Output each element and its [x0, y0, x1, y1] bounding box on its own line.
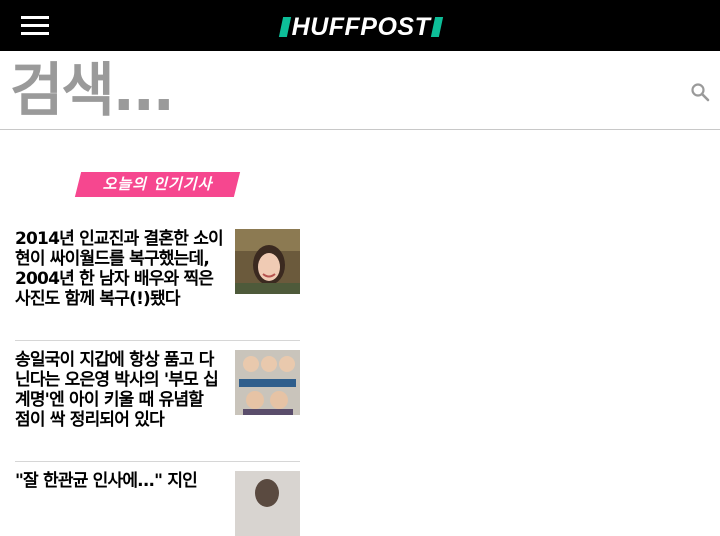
popular-articles-heading: 오늘의 인기기사: [74, 172, 241, 197]
article-divider: [15, 461, 300, 462]
popular-heading-label: 오늘의 인기기사: [102, 175, 213, 193]
article-thumbnail-triplets[interactable]: [235, 350, 300, 415]
article-headline[interactable]: 2014년 인교진과 결혼한 소이현이 싸이월드를 복구했는데, 2004년 한…: [15, 229, 224, 309]
article-item[interactable]: 송일국이 지갑에 항상 품고 다닌다는 오은영 박사의 '부모 십계명'엔 아이…: [15, 350, 300, 450]
logo-accent-bar-right: [431, 17, 444, 37]
logo-text: HUFFPOST: [291, 13, 431, 41]
article-thumbnail-portrait[interactable]: [235, 471, 300, 536]
top-navigation-bar: HUFFPOST: [0, 0, 720, 51]
huffpost-logo[interactable]: HUFFPOST: [276, 13, 446, 41]
article-item[interactable]: 2014년 인교진과 결혼한 소이현이 싸이월드를 복구했는데, 2004년 한…: [15, 229, 300, 329]
article-thumbnail-smiling-woman[interactable]: [235, 229, 300, 294]
article-headline[interactable]: "잘 한관균 인사에..." 지인: [15, 471, 223, 491]
logo-accent-bar-left: [278, 17, 291, 37]
hamburger-menu-icon[interactable]: [21, 14, 49, 36]
search-input[interactable]: [10, 55, 650, 125]
search-header: [0, 51, 720, 130]
article-headline[interactable]: 송일국이 지갑에 항상 품고 다닌다는 오은영 박사의 '부모 십계명'엔 아이…: [15, 350, 223, 430]
article-divider: [15, 340, 300, 341]
article-item[interactable]: "잘 한관균 인사에..." 지인: [15, 471, 300, 536]
search-icon[interactable]: [690, 82, 710, 102]
